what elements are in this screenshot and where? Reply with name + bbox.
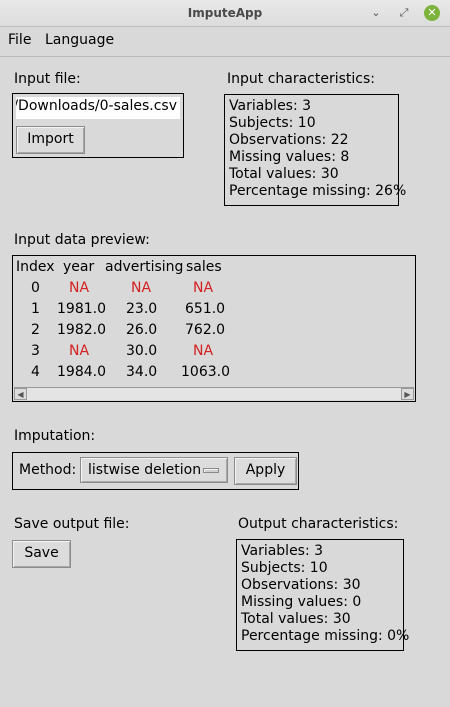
restore-icon[interactable]: ⤢: [396, 5, 412, 21]
output-total-values: Total values: 30: [241, 611, 351, 627]
input-path-field[interactable]: l/Downloads/0-sales.csv: [16, 97, 180, 119]
import-button[interactable]: Import: [16, 126, 85, 154]
title-bar: ImputeApp ⌄ ⤢ ✕: [0, 0, 450, 27]
table-cell: 1984.0: [57, 364, 106, 380]
output-missing-values: Missing values: 0: [241, 594, 362, 610]
table-cell: NA: [131, 280, 152, 296]
output-variables: Variables: 3: [241, 543, 324, 559]
table-cell: 4: [31, 364, 40, 380]
table-cell: 34.0: [126, 364, 158, 380]
table-cell: NA: [193, 343, 214, 359]
close-icon[interactable]: ✕: [424, 5, 440, 21]
preview-frame: Index year advertising sales 0 NA NA NA …: [12, 255, 416, 402]
column-header: Index: [16, 259, 55, 275]
scroll-right-icon[interactable]: ▶: [401, 388, 414, 400]
output-characteristics-label: Output characteristics:: [238, 516, 399, 532]
output-characteristics-text: Variables: 3 Subjects: 10 Observations: …: [241, 543, 409, 645]
input-missing-values: Missing values: 8: [229, 149, 350, 165]
preview-horizontal-scrollbar[interactable]: ◀ ▶: [14, 387, 414, 400]
menu-language[interactable]: Language: [45, 32, 114, 48]
minimize-icon[interactable]: ⌄: [368, 5, 384, 21]
output-subjects: Subjects: 10: [241, 560, 328, 576]
method-select[interactable]: listwise deletion: [80, 457, 228, 483]
preview-label: Input data preview:: [14, 232, 150, 248]
apply-button[interactable]: Apply: [234, 457, 297, 485]
column-header: year: [63, 259, 95, 275]
table-cell: 1: [31, 301, 40, 317]
input-characteristics-text: Variables: 3 Subjects: 10 Observations: …: [229, 98, 406, 200]
input-file-frame: l/Downloads/0-sales.csv Import: [12, 93, 184, 158]
input-file-label: Input file:: [14, 71, 81, 87]
table-cell: NA: [69, 343, 90, 359]
table-cell: NA: [69, 280, 90, 296]
input-observations: Observations: 22: [229, 132, 349, 148]
save-output-label: Save output file:: [14, 516, 130, 532]
table-cell: 762.0: [185, 322, 226, 338]
imputation-frame: Method: listwise deletion Apply: [12, 452, 299, 490]
save-button[interactable]: Save: [12, 540, 71, 568]
input-characteristics-label: Input characteristics:: [227, 71, 376, 87]
table-cell: 1982.0: [57, 322, 106, 338]
input-characteristics-frame: Variables: 3 Subjects: 10 Observations: …: [224, 94, 406, 206]
method-label: Method:: [19, 462, 77, 478]
method-select-value: listwise deletion: [88, 462, 202, 478]
table-cell: 0: [31, 280, 40, 296]
table-cell: 2: [31, 322, 40, 338]
table-cell: NA: [193, 280, 214, 296]
menu-bar: File Language: [0, 27, 450, 57]
output-percentage-missing: Percentage missing: 0%: [241, 628, 410, 644]
table-cell: 23.0: [126, 301, 158, 317]
input-variables: Variables: 3: [229, 98, 312, 114]
output-observations: Observations: 30: [241, 577, 361, 593]
table-cell: 651.0: [185, 301, 226, 317]
table-cell: 1981.0: [57, 301, 106, 317]
input-subjects: Subjects: 10: [229, 115, 316, 131]
input-total-values: Total values: 30: [229, 166, 339, 182]
table-cell: 3: [31, 343, 40, 359]
menu-file[interactable]: File: [8, 32, 31, 48]
table-cell: 1063.0: [181, 364, 230, 380]
column-header: advertising: [105, 259, 184, 275]
scroll-left-icon[interactable]: ◀: [14, 388, 27, 400]
input-percentage-missing: Percentage missing: 26%: [229, 183, 407, 199]
output-characteristics-frame: Variables: 3 Subjects: 10 Observations: …: [236, 539, 409, 651]
table-cell: 30.0: [126, 343, 158, 359]
column-header: sales: [186, 259, 222, 275]
imputation-label: Imputation:: [14, 428, 96, 444]
table-cell: 26.0: [126, 322, 158, 338]
dropdown-indicator-icon: [203, 468, 219, 473]
